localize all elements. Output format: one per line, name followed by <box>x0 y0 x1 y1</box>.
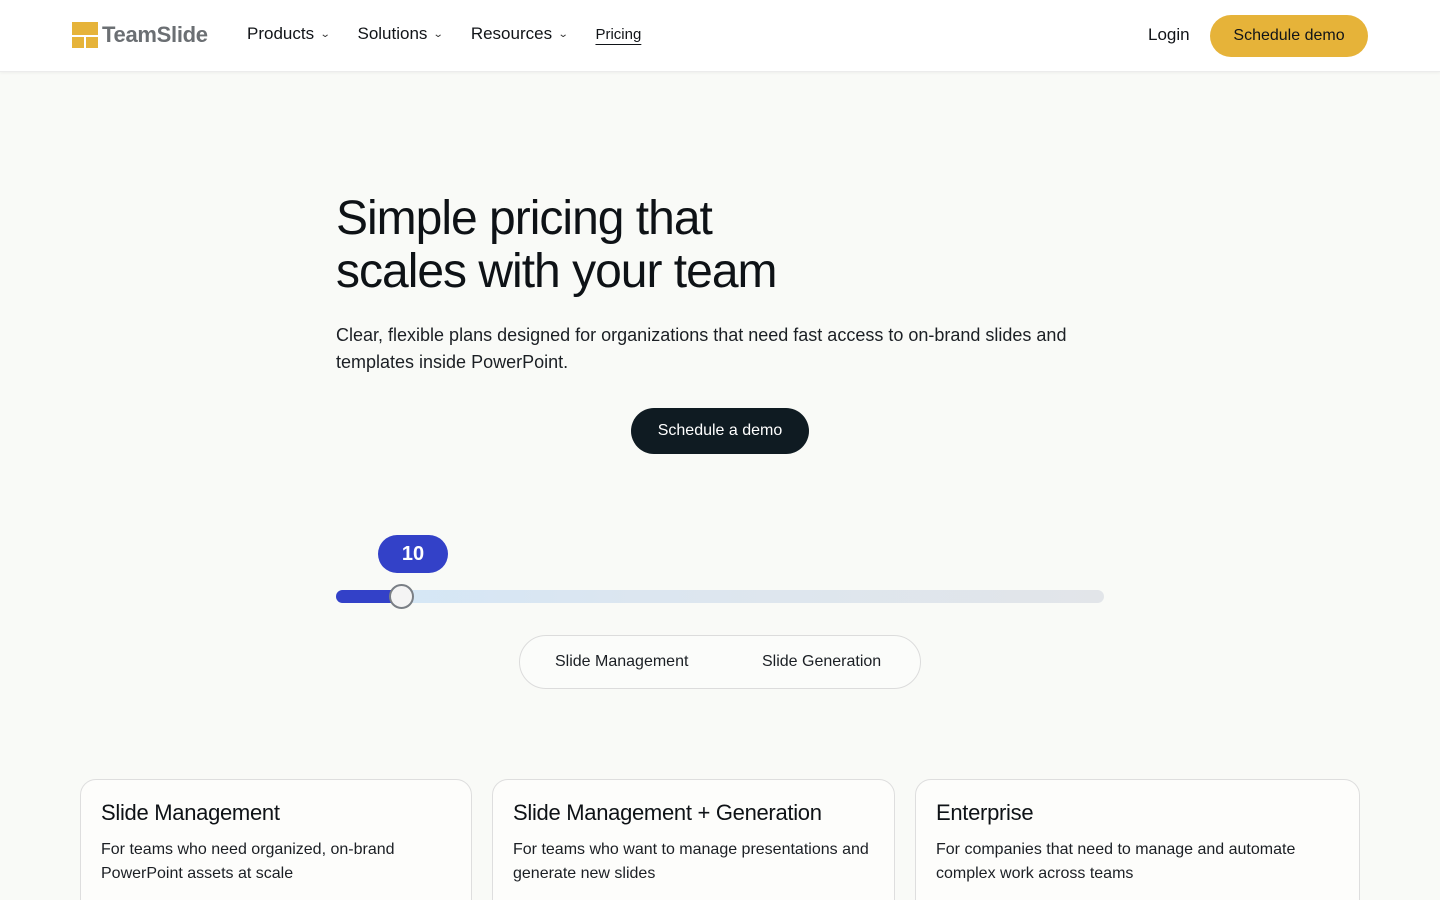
main-nav: Products ⌄ Solutions ⌄ Resources ⌄ Prici… <box>247 24 669 44</box>
site-header: TeamSlide Products ⌄ Solutions ⌄ Resourc… <box>0 0 1440 72</box>
plan-title: Enterprise <box>936 800 1034 825</box>
nav-solutions[interactable]: Solutions ⌄ <box>357 24 445 44</box>
plan-description: For teams who want to manage presentatio… <box>513 841 869 882</box>
chevron-down-icon: ⌄ <box>319 28 331 40</box>
logo-mark-icon <box>72 22 98 48</box>
nav-resources[interactable]: Resources ⌄ <box>470 24 569 44</box>
hero-title-line-1: Simple pricing that <box>336 192 713 245</box>
plan-title: Slide Management <box>101 800 280 825</box>
chevron-down-icon: ⌄ <box>557 28 569 40</box>
nav-resources-label: Resources <box>470 24 553 43</box>
plan-description: For teams who need organized, on-brand P… <box>101 841 395 882</box>
seat-count-badge: 10 <box>378 535 448 573</box>
nav-pricing-label: Pricing <box>595 25 642 43</box>
hero-subtitle: Clear, flexible plans designed for organ… <box>336 325 1067 372</box>
nav-products-label: Products <box>247 24 315 43</box>
plan-card-management-generation: Slide Management + Generation For teams … <box>492 779 895 900</box>
schedule-demo-button[interactable]: Schedule demo <box>1210 15 1368 57</box>
login-link[interactable]: Login <box>1148 25 1190 45</box>
hero-title: Simple pricing that scales with your tea… <box>336 192 936 298</box>
plan-card-slide-management: Slide Management For teams who need orga… <box>80 779 472 900</box>
toggle-slide-generation[interactable]: Slide Generation <box>762 653 881 671</box>
seat-slider-track[interactable] <box>336 590 1104 603</box>
logo-text: TeamSlide <box>102 22 208 47</box>
plan-card-enterprise: Enterprise For companies that need to ma… <box>915 779 1360 900</box>
seat-slider-thumb[interactable] <box>389 584 414 609</box>
plan-description: For companies that need to manage and au… <box>936 841 1296 882</box>
teamslide-logo[interactable]: TeamSlide <box>72 22 208 48</box>
nav-products[interactable]: Products ⌄ <box>247 24 331 44</box>
product-toggle: Slide Management Slide Generation <box>519 635 921 689</box>
nav-pricing[interactable]: Pricing <box>595 26 641 43</box>
plan-title: Slide Management + Generation <box>513 800 822 825</box>
hero-title-line-2: scales with your team <box>336 245 778 298</box>
schedule-a-demo-button[interactable]: Schedule a demo <box>631 408 809 454</box>
chevron-down-icon: ⌄ <box>433 28 445 40</box>
nav-solutions-label: Solutions <box>357 24 428 43</box>
toggle-slide-management[interactable]: Slide Management <box>555 653 688 671</box>
